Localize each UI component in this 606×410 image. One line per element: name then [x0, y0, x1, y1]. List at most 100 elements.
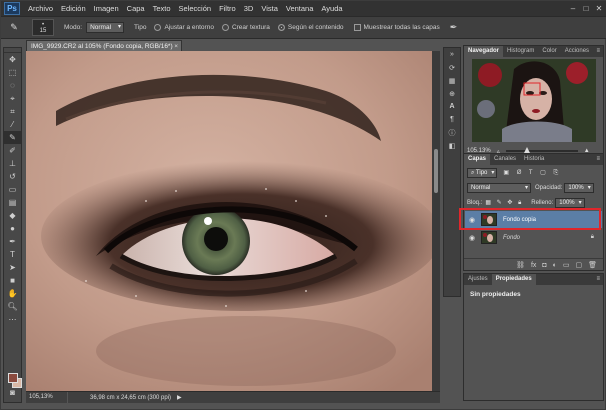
move-tool-icon[interactable]: ✥	[4, 53, 21, 66]
tab-propiedades[interactable]: Propiedades	[491, 274, 536, 285]
properties-message: Sin propiedades	[470, 291, 521, 298]
menu-3d[interactable]: 3D	[240, 1, 258, 16]
document-tab[interactable]: IMG_9929.CR2 al 105% (Fondo copia, RGB/1…	[26, 40, 182, 51]
scrollbar-thumb[interactable]	[434, 149, 438, 193]
quick-mask-icon[interactable]: ◙	[4, 386, 21, 399]
status-zoom-field[interactable]: 105,13%	[26, 392, 68, 403]
menu-seleccion[interactable]: Selección	[175, 1, 216, 16]
pen-tool-icon[interactable]: ✒	[4, 235, 21, 248]
maximize-button[interactable]: □	[581, 3, 591, 13]
close-document-icon[interactable]: ×	[174, 43, 178, 50]
dock-collapse-icon[interactable]: »	[444, 48, 460, 61]
document-canvas[interactable]	[26, 51, 432, 391]
new-layer-icon[interactable]: ▢	[575, 261, 582, 269]
tab-histogram[interactable]: Histogram	[503, 46, 538, 57]
extra-tools-icon[interactable]: ⋯	[4, 313, 21, 326]
tab-ajustes[interactable]: Ajustes	[464, 274, 492, 285]
path-selection-tool-icon[interactable]: ➤	[4, 261, 21, 274]
quick-selection-tool-icon[interactable]: ⌖	[4, 92, 21, 105]
brush-size-picker[interactable]: • 15	[32, 19, 54, 36]
eraser-tool-icon[interactable]: ▭	[4, 183, 21, 196]
canvas-vertical-scrollbar[interactable]	[432, 51, 440, 391]
menu-archivo[interactable]: Archivo	[24, 1, 57, 16]
menu-ayuda[interactable]: Ayuda	[317, 1, 346, 16]
tab-historia[interactable]: Historia	[520, 154, 548, 165]
clone-source-icon[interactable]: ⊕	[444, 87, 460, 100]
app-logo[interactable]: Ps	[4, 2, 20, 15]
layer-name[interactable]: Fondo	[503, 235, 520, 241]
navigator-preview-image	[472, 59, 596, 142]
character-panel-icon[interactable]: A	[444, 100, 460, 113]
dodge-tool-icon[interactable]: ●	[4, 222, 21, 235]
foreground-color-swatch[interactable]	[8, 373, 18, 383]
menu-texto[interactable]: Texto	[149, 1, 175, 16]
properties-tabs: Ajustes Propiedades ≡	[464, 274, 603, 285]
blend-row: Normal Opacidad: 100%	[467, 183, 594, 193]
brush-tool-icon[interactable]: ✐	[4, 144, 21, 157]
type-option-proximity[interactable]: Ajustar a entorno	[154, 24, 214, 31]
blend-mode-select[interactable]: Normal	[467, 183, 531, 193]
eye-icon[interactable]: ◉	[465, 234, 479, 242]
status-menu-arrow-icon[interactable]: ▶	[177, 394, 182, 401]
close-button[interactable]: ✕	[594, 3, 604, 13]
lasso-tool-icon[interactable]: ◌	[4, 79, 21, 92]
layer-fondo[interactable]: ◉ Fondo 🔒︎	[465, 229, 602, 246]
pressure-brush-icon[interactable]: ✒	[450, 22, 458, 33]
menu-imagen[interactable]: Imagen	[90, 1, 123, 16]
history-brush-tool-icon[interactable]: ↺	[4, 170, 21, 183]
layer-style-icon[interactable]: fx	[531, 262, 536, 269]
zoom-tool-icon[interactable]: 🔍︎	[4, 300, 21, 313]
opacity-input[interactable]: 100%	[564, 183, 594, 193]
new-group-icon[interactable]: ▭	[563, 261, 570, 269]
link-layers-icon[interactable]: ⛓	[516, 261, 525, 269]
document-title: IMG_9929.CR2 al 105% (Fondo copia, RGB/1…	[31, 42, 173, 50]
tab-canales[interactable]: Canales	[490, 154, 520, 165]
paragraph-panel-icon[interactable]: ¶	[444, 113, 460, 126]
sample-all-layers-checkbox[interactable]: Muestrear todas las capas	[353, 24, 440, 31]
navigator-zoom-slider[interactable]	[505, 147, 578, 153]
mode-select[interactable]: Normal	[86, 22, 125, 33]
gradient-tool-icon[interactable]: ▤	[4, 196, 21, 209]
minimize-button[interactable]: –	[568, 3, 578, 13]
navigator-preview[interactable]	[472, 59, 596, 142]
marquee-tool-icon[interactable]: ⬚	[4, 66, 21, 79]
panel-menu-icon[interactable]: ≡	[596, 154, 603, 165]
radio-icon	[221, 24, 229, 31]
delete-layer-icon[interactable]: 🗑︎	[588, 261, 597, 269]
clone-stamp-tool-icon[interactable]: ⊥	[4, 157, 21, 170]
menu-capa[interactable]: Capa	[123, 1, 149, 16]
menu-filtro[interactable]: Filtro	[215, 1, 240, 16]
type-option-content-aware[interactable]: Según el contenido	[277, 24, 344, 31]
tab-color[interactable]: Color	[538, 46, 560, 57]
shape-tool-icon[interactable]: ■	[4, 274, 21, 287]
styles-panel-icon[interactable]: ◧	[444, 139, 460, 152]
tab-acciones[interactable]: Acciones	[561, 46, 593, 57]
hand-tool-icon[interactable]: ✋	[4, 287, 21, 300]
history-panel-icon[interactable]: ⟳	[444, 61, 460, 74]
spot-healing-brush-icon[interactable]: ✎	[4, 20, 24, 36]
menu-vista[interactable]: Vista	[257, 1, 282, 16]
menu-edicion[interactable]: Edición	[57, 1, 90, 16]
tab-navegador[interactable]: Navegador	[464, 46, 504, 57]
radio-selected-icon	[277, 24, 285, 31]
type-option-texture[interactable]: Crear textura	[221, 24, 270, 31]
menu-ventana[interactable]: Ventana	[282, 1, 318, 16]
selection-highlight-box	[459, 208, 601, 230]
document-size-info: 36,98 cm x 24,65 cm (300 ppi)	[90, 394, 172, 401]
info-panel-icon[interactable]: ⓘ	[444, 126, 460, 139]
layer-filter-select[interactable]: ⌕ Tipo	[467, 168, 498, 178]
lock-icons[interactable]: ▦ ✎ ✥ 🔒︎	[485, 199, 523, 207]
eyedropper-tool-icon[interactable]: ⁄	[4, 118, 21, 131]
crop-tool-icon[interactable]: ⌗	[4, 105, 21, 118]
panel-menu-icon[interactable]: ≡	[596, 274, 603, 285]
layer-mask-icon[interactable]: ◘	[542, 262, 546, 269]
type-tool-icon[interactable]: T	[4, 248, 21, 261]
fill-input[interactable]: 100%	[555, 198, 585, 208]
brush-panel-icon[interactable]: ▦	[444, 74, 460, 87]
spot-healing-tool-icon[interactable]: ✎	[4, 131, 21, 144]
adjustment-layer-icon[interactable]: ◐	[553, 262, 557, 269]
panel-menu-icon[interactable]: ≡	[596, 46, 603, 57]
tab-capas[interactable]: Capas	[464, 154, 491, 165]
layer-filter-icons[interactable]: ▣ Ø T ▢ ⎘	[503, 169, 561, 177]
blur-tool-icon[interactable]: ◆	[4, 209, 21, 222]
